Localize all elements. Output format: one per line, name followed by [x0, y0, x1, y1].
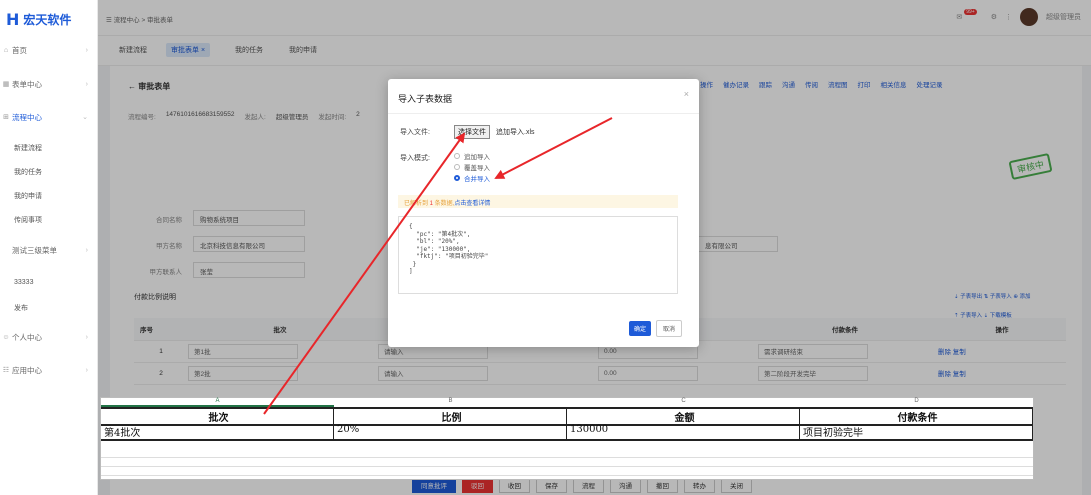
notice-detail-link[interactable]: 点击查看详情: [454, 201, 490, 207]
sidebar-item-flow[interactable]: ⊞ 流程中心 ⌄: [0, 107, 98, 127]
user-icon: ☺: [2, 333, 10, 341]
sidebar-sub-33333[interactable]: 33333: [14, 279, 33, 286]
sidebar-sub-publish[interactable]: 发布: [14, 303, 28, 313]
logo-mark: H: [6, 9, 20, 29]
form-icon: ▦: [2, 81, 10, 88]
radio-circle: [454, 153, 460, 159]
sidebar-item-home[interactable]: ⌂ 首页 ›: [0, 40, 98, 60]
choose-file-button[interactable]: 选择文件: [454, 125, 490, 139]
col-letter-d: D: [800, 398, 1033, 407]
dialog-title: 导入子表数据: [398, 94, 453, 104]
cancel-button[interactable]: 取消: [656, 320, 683, 337]
radio-label: 覆盖导入: [464, 165, 490, 172]
excel-cell-ratio[interactable]: 20%: [334, 424, 567, 441]
ok-button[interactable]: 确定: [629, 321, 652, 336]
excel-cell-condition[interactable]: 项目初验完毕: [800, 424, 1033, 441]
mode-label: 导入模式:: [400, 155, 430, 162]
radio-overwrite[interactable]: 覆盖导入: [454, 162, 490, 172]
logo-text: 宏天软件: [23, 12, 72, 27]
sidebar-item-label: 表单中心: [12, 79, 42, 89]
logo[interactable]: H 宏天软件: [0, 0, 97, 38]
radio-circle: [454, 175, 460, 181]
file-name: 追加导入.xls: [496, 129, 535, 136]
sidebar-item-apps[interactable]: ☷ 应用中心 ›: [0, 360, 98, 380]
excel-empty-row: [101, 468, 1033, 476]
notice-mid: 条数据,: [433, 201, 455, 207]
excel-empty-row: [101, 459, 1033, 467]
app-icon: ☷: [2, 367, 10, 374]
close-icon[interactable]: ×: [684, 89, 689, 99]
chevron-right-icon: ›: [85, 246, 88, 254]
col-letter-c: C: [567, 398, 800, 407]
flow-icon: ⊞: [3, 114, 9, 121]
sidebar-item-label: 首页: [12, 45, 27, 55]
sidebar-item-label: 测试三级菜单: [12, 245, 57, 255]
file-label: 导入文件:: [400, 129, 430, 136]
sidebar-sub-new[interactable]: 新建流程: [14, 143, 42, 153]
parse-notice: 已解析到 1 条数据,点击查看详情: [398, 195, 678, 208]
radio-circle: [454, 164, 460, 170]
col-letter-a: A: [101, 398, 334, 407]
radio-label: 合并导入: [464, 176, 490, 183]
chevron-right-icon: ›: [85, 333, 88, 341]
sidebar-item-test-menu[interactable]: 测试三级菜单 ›: [0, 240, 98, 260]
radio-append[interactable]: 追加导入: [454, 151, 490, 161]
sidebar-item-label: 流程中心: [12, 112, 42, 122]
radio-merge[interactable]: 合并导入: [454, 173, 490, 183]
sidebar-item-label: 个人中心: [12, 332, 42, 342]
json-preview[interactable]: { "pc": "第4批次", "bl": "20%", "je": "1300…: [398, 216, 678, 294]
excel-cell-amount[interactable]: 130000: [567, 424, 800, 441]
sidebar-sub-circulate[interactable]: 传阅事项: [14, 215, 42, 225]
sidebar-sub-tasks[interactable]: 我的任务: [14, 167, 42, 177]
dialog-divider: [388, 113, 699, 114]
chevron-right-icon: ›: [85, 366, 88, 374]
sidebar-sub-mine[interactable]: 我的申请: [14, 191, 42, 201]
notice-prefix: 已解析到: [404, 201, 430, 207]
import-dialog: 导入子表数据 × 导入文件: 选择文件 追加导入.xls 导入模式: 追加导入 …: [388, 79, 699, 347]
excel-empty-row: [101, 450, 1033, 458]
home-icon: ⌂: [3, 46, 9, 54]
chevron-right-icon: ›: [85, 46, 88, 54]
sidebar-item-personal[interactable]: ☺ 个人中心 ›: [0, 327, 98, 347]
excel-preview: A B C D 批次 比例 金额 付款条件 第4批次 20% 130000 项目…: [100, 397, 1034, 480]
radio-label: 追加导入: [464, 154, 490, 161]
excel-data-row: 第4批次 20% 130000 项目初验完毕: [101, 424, 1033, 441]
chevron-down-icon: ⌄: [82, 114, 88, 121]
sidebar-item-label: 应用中心: [12, 365, 42, 375]
excel-cell-batch[interactable]: 第4批次: [101, 424, 334, 441]
col-letter-b: B: [334, 398, 567, 407]
chevron-right-icon: ›: [85, 80, 88, 88]
sidebar-item-forms[interactable]: ▦ 表单中心 ›: [0, 74, 98, 94]
